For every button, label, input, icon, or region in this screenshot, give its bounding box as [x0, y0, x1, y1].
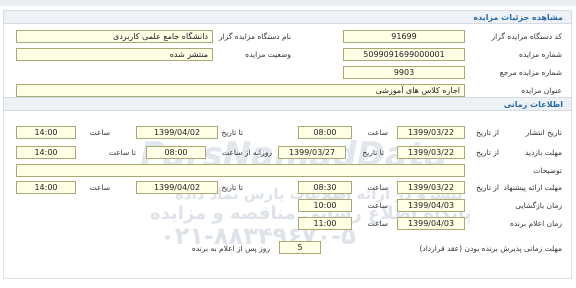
- offer-from-time-label: ساعت: [367, 183, 388, 192]
- publish-to-time: 14:00: [16, 126, 76, 139]
- reference-number-label: شماره مزایده مرجع: [499, 68, 562, 77]
- visit-to-label: تا تاریخ: [362, 148, 384, 157]
- publish-from-date: 1399/03/22: [397, 126, 465, 139]
- visit-daily-from-label: روزانه از ساعت: [222, 148, 272, 157]
- offer-to-time: 14:00: [16, 181, 76, 194]
- timing-title: اطلاعات زمانی: [503, 100, 563, 109]
- visit-daily-to-label: تا ساعت: [108, 148, 136, 157]
- visit-label: مهلت بازدید: [524, 148, 562, 157]
- offer-from-date: 1399/03/22: [397, 181, 465, 194]
- auction-number-field: 5099091699000001: [343, 48, 465, 61]
- publish-from-time: 08:00: [298, 126, 352, 139]
- offer-from-time: 08:30: [298, 181, 352, 194]
- deadline-value: 5: [279, 241, 321, 254]
- offer-to-label: تا تاریخ: [221, 183, 243, 192]
- offer-label: مهلت ارائه پیشنهاد: [503, 183, 562, 192]
- deadline-label: مهلت زمانی پذیرش برنده بودن (عقد قرارداد…: [419, 244, 562, 253]
- publish-from-time-label: ساعت: [367, 128, 388, 137]
- publish-from-label: از تاریخ: [475, 128, 499, 137]
- winner-date: 1399/04/03: [397, 217, 465, 230]
- organizer-code-field: 91699: [343, 30, 465, 43]
- visit-from-date: 1399/03/22: [397, 146, 465, 159]
- winner-time: 11:00: [298, 217, 352, 230]
- auction-details-title: مشاهده جزئیات مزایده: [473, 13, 563, 22]
- offer-to-date: 1399/04/02: [136, 181, 218, 194]
- opening-label: زمان بازگشایی: [515, 201, 562, 210]
- auction-number-label: شماره مزایده: [518, 50, 562, 59]
- winner-label: زمان اعلام برنده: [509, 219, 562, 228]
- organizer-name-label: نام دستگاه مزایده گزار: [218, 32, 291, 41]
- auction-details-header: مشاهده جزئیات مزایده: [3, 10, 572, 24]
- publish-to-time-label: ساعت: [89, 128, 110, 137]
- publish-to-label: تا تاریخ: [221, 128, 243, 137]
- notes-field: [16, 164, 465, 177]
- visit-daily-from: 08:00: [146, 146, 206, 159]
- opening-time: 10:00: [298, 199, 352, 212]
- notes-label: توضیحات: [533, 166, 562, 175]
- timing-header: اطلاعات زمانی: [3, 97, 572, 111]
- opening-time-label: ساعت: [367, 201, 388, 210]
- publish-to-date: 1399/04/02: [136, 126, 218, 139]
- auction-status-field: منتشر شده: [16, 48, 213, 61]
- visit-to-date: 1399/03/27: [278, 146, 346, 159]
- auction-title-field: اجاره کلاس های آموزشی: [16, 84, 465, 97]
- deadline-suffix: روز پس از اعلام به برنده: [191, 244, 270, 253]
- visit-from-label: از تاریخ: [475, 148, 499, 157]
- winner-time-label: ساعت: [367, 219, 388, 228]
- organizer-code-label: کد دستگاه مزایده گزار: [491, 32, 562, 41]
- publish-label: تاریخ انتشار: [525, 128, 562, 137]
- auction-status-label: وضعیت مزایده: [245, 50, 291, 59]
- reference-number-field: 9903: [343, 66, 465, 79]
- organizer-name-field: دانشگاه جامع علمی کاربردی: [16, 30, 213, 43]
- opening-date: 1399/04/03: [397, 199, 465, 212]
- auction-title-label: عنوان مزایده: [521, 86, 562, 95]
- offer-from-label: از تاریخ: [475, 183, 499, 192]
- visit-daily-to: 14:00: [16, 146, 76, 159]
- top-strip: [0, 0, 576, 6]
- offer-to-time-label: ساعت: [89, 183, 110, 192]
